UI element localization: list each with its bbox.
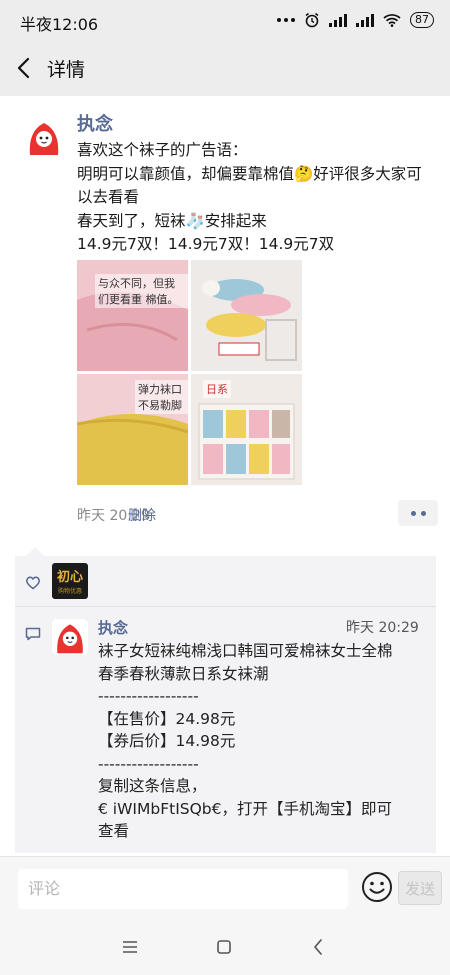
comment-panel-caret	[26, 547, 44, 556]
comment-line: 春季春秋薄款日系女袜潮	[98, 664, 269, 683]
comment-icon	[25, 627, 41, 641]
photo-caption: 弹力袜口 不易勒脚	[135, 380, 188, 414]
heart-icon	[26, 576, 40, 590]
nav-bar: 详情	[0, 40, 450, 96]
post-photo-3[interactable]: 弹力袜口 不易勒脚	[77, 374, 188, 485]
status-icons: 87	[277, 10, 434, 30]
status-time: 半夜12:06	[20, 15, 99, 34]
home-icon[interactable]	[216, 939, 232, 955]
signal-2-icon	[356, 13, 374, 27]
post-author-name[interactable]: 执念	[77, 110, 113, 136]
comment-line: 查看	[98, 822, 130, 840]
comment-line: € iWIMbFtISQb€，打开【手机淘宝】即可	[98, 799, 393, 818]
comment-author-name[interactable]: 执念	[98, 617, 128, 638]
post-photo-4[interactable]: 日系	[191, 374, 302, 485]
more-actions-button[interactable]	[398, 500, 438, 526]
comment-line: 袜子女短袜纯棉浅口韩国可爱棉袜女士全棉	[98, 642, 393, 660]
post-text-line: 14.9元7双！14.9元7双！14.9元7双	[77, 235, 335, 253]
comment-line: 【券后价】14.98元	[98, 732, 236, 750]
liker-avatar[interactable]: 初心 购物优惠	[52, 563, 88, 599]
liker-avatar-subtext: 购物优惠	[57, 588, 82, 595]
comment-line: ------------------	[98, 687, 199, 705]
comment-input[interactable]: 评论	[18, 869, 348, 909]
comment-line: 【在售价】24.98元	[98, 709, 236, 728]
emoji-icon[interactable]	[361, 871, 393, 903]
alarm-icon	[305, 12, 319, 28]
photo-caption: 日系	[203, 380, 231, 398]
post-photo-2[interactable]	[191, 260, 302, 371]
comment-author-avatar[interactable]	[52, 619, 88, 655]
wifi-icon	[383, 14, 401, 27]
comment-time: 昨天 20:29	[346, 620, 419, 636]
liker-avatar-text: 初心	[56, 570, 83, 585]
comment-line: 复制这条信息，	[98, 777, 207, 795]
back-arrow-icon[interactable]	[14, 56, 36, 80]
post-text-line: 明明可以靠颜值，却偏要靠棉值🤔好评很多大家可	[77, 164, 422, 183]
post-text-line: 以去看看	[77, 188, 140, 206]
signal-1-icon	[329, 13, 347, 27]
delete-link[interactable]: 删除	[128, 505, 156, 525]
comment-input-bar: 评论 发送	[0, 856, 450, 921]
post-text-line: 喜欢这个袜子的广告语：	[77, 141, 248, 159]
status-bar: 半夜12:06 87	[0, 0, 450, 40]
divider	[15, 606, 436, 607]
post-author-avatar[interactable]	[24, 117, 64, 157]
send-button[interactable]: 发送	[398, 871, 442, 905]
comment-text[interactable]: 袜子女短袜纯棉浅口韩国可爱棉袜女士全棉 春季春秋薄款日系女袜潮 --------…	[98, 640, 426, 843]
more-dots-icon	[277, 18, 295, 22]
photo-caption: 与众不同，但我们更看重 棉值。	[95, 274, 188, 308]
page-title: 详情	[47, 59, 86, 81]
post-text-line: 春天到了，短袜🧦安排起来	[77, 211, 267, 230]
system-nav-bar	[0, 920, 450, 975]
menu-icon[interactable]	[122, 940, 138, 954]
post-content: 喜欢这个袜子的广告语： 明明可以靠颜值，却偏要靠棉值🤔好评很多大家可 以去看看 …	[77, 139, 439, 257]
battery-icon: 87	[410, 12, 434, 28]
comment-line: ------------------	[98, 754, 199, 773]
post-photo-1[interactable]: 与众不同，但我们更看重 棉值。	[77, 260, 188, 371]
back-icon[interactable]	[312, 938, 324, 956]
